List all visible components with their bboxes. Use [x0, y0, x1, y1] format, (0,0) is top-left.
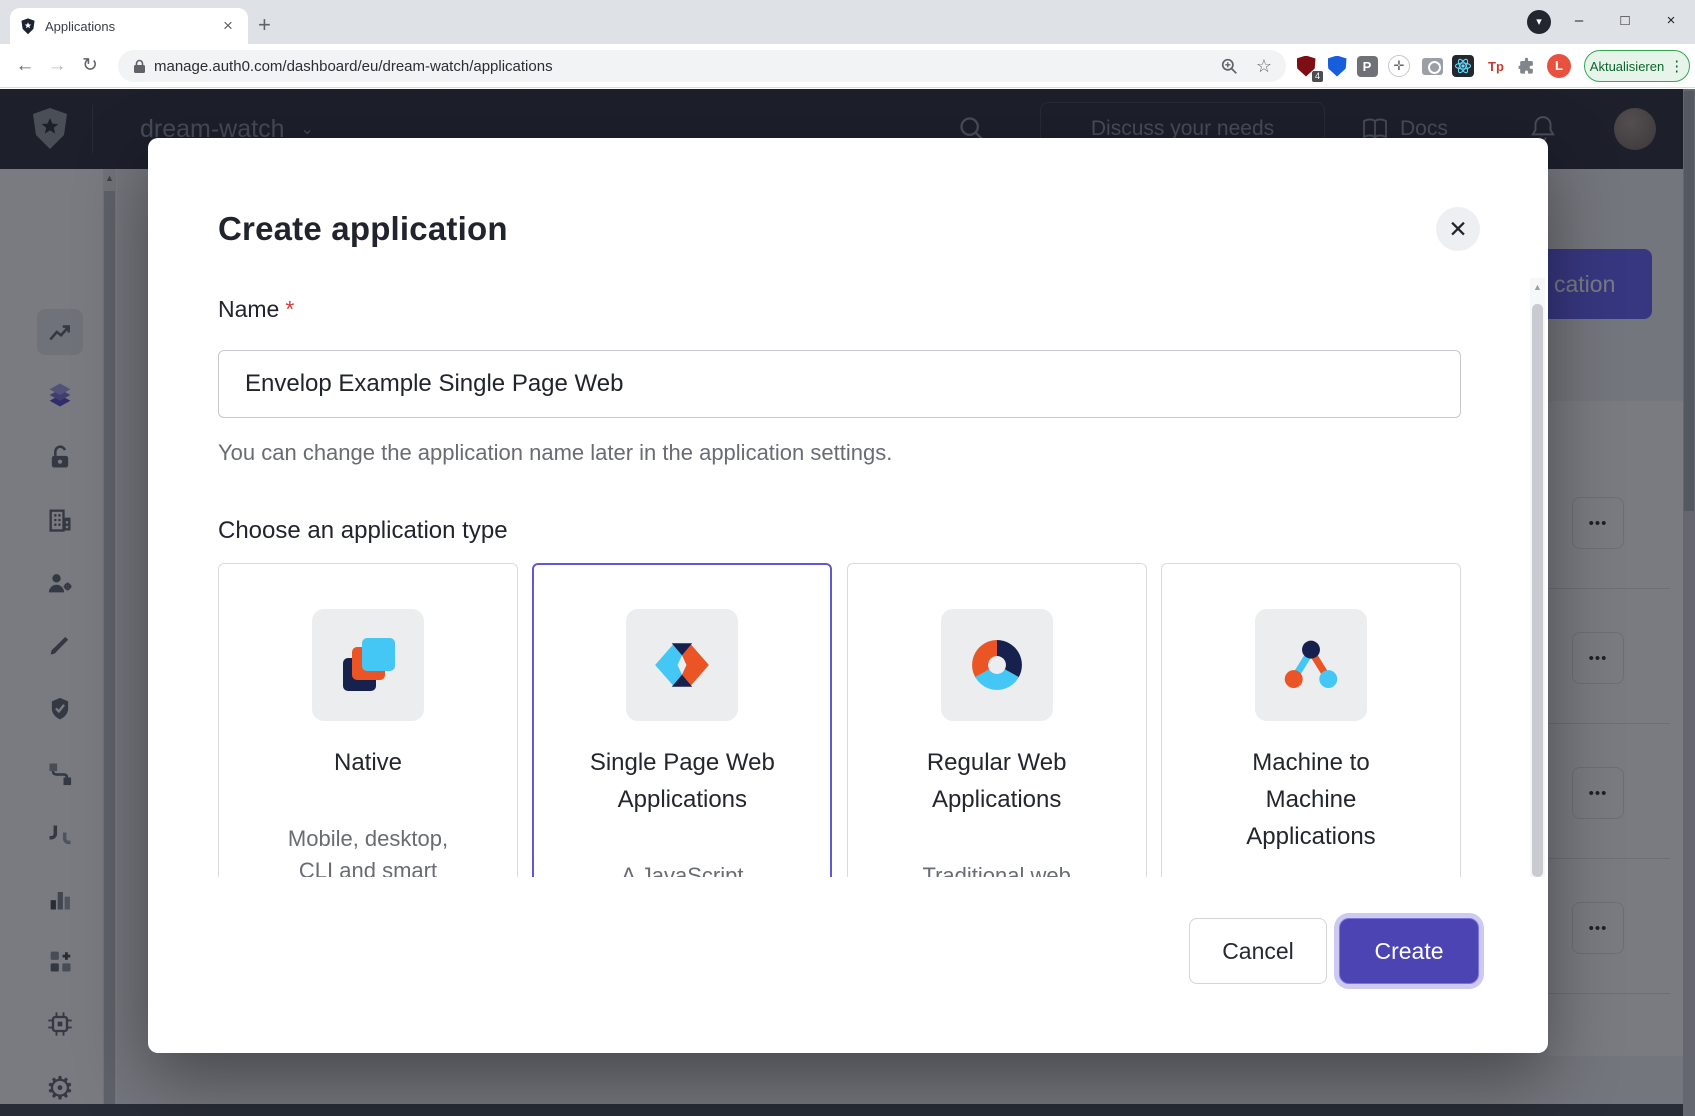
- cancel-button[interactable]: Cancel: [1189, 918, 1327, 984]
- tab-close-icon[interactable]: ×: [218, 16, 238, 36]
- browser-tabstrip: Applications × + ▾ – □ ×: [0, 0, 1695, 44]
- spa-icon: [650, 633, 714, 697]
- create-application-modal: Create application ✕ Name* You can chang…: [148, 138, 1548, 1053]
- bookmark-star-icon[interactable]: ☆: [1256, 56, 1272, 77]
- regular-web-icon: [965, 633, 1029, 697]
- native-icon: [336, 633, 400, 697]
- card-title: Single Page Web Applications: [534, 744, 830, 818]
- react-devtools-extension-icon[interactable]: [1450, 53, 1476, 79]
- card-single-page-web[interactable]: Single Page Web Applications A JavaScrip…: [532, 563, 832, 877]
- forward-button[interactable]: →: [42, 51, 72, 81]
- window-close-button[interactable]: ×: [1654, 6, 1688, 36]
- auth0-favicon-icon: [20, 18, 36, 35]
- update-label: Aktualisieren: [1590, 59, 1664, 74]
- modal-scrollbar-thumb[interactable]: [1532, 304, 1543, 877]
- application-type-cards: Native Mobile, desktop, CLI and smart Si…: [218, 563, 1461, 877]
- card-title: Native: [219, 744, 517, 781]
- card-description: A JavaScript: [534, 860, 830, 877]
- chrome-profile-chevron-icon[interactable]: ▾: [1527, 10, 1551, 34]
- card-title: Regular Web Applications: [848, 744, 1146, 818]
- ublock-badge: 4: [1312, 71, 1323, 82]
- regular-web-icon-tile: [941, 609, 1053, 721]
- tab-title: Applications: [45, 19, 218, 34]
- zoom-icon[interactable]: [1221, 58, 1238, 75]
- crosshair-extension-icon[interactable]: ✛: [1386, 53, 1412, 79]
- back-button[interactable]: ←: [10, 51, 40, 81]
- card-regular-web[interactable]: Regular Web Applications Traditional web: [847, 563, 1147, 877]
- scroll-up-icon[interactable]: ▲: [1530, 282, 1545, 292]
- native-icon-tile: [312, 609, 424, 721]
- tampermonkey-extension-icon[interactable]: Tp: [1483, 53, 1509, 79]
- ublock-extension-icon[interactable]: 4: [1293, 53, 1319, 79]
- address-bar[interactable]: manage.auth0.com/dashboard/eu/dream-watc…: [118, 50, 1286, 82]
- camera-extension-icon[interactable]: [1419, 53, 1445, 79]
- modal-scroll-body: Native Mobile, desktop, CLI and smart Si…: [148, 270, 1516, 877]
- screen: Applications × + ▾ – □ × ← → ↻ manage.au…: [0, 0, 1695, 1116]
- card-title: Machine to Machine Applications: [1162, 744, 1460, 855]
- new-tab-button[interactable]: +: [258, 13, 271, 37]
- reload-button[interactable]: ↻: [75, 51, 105, 81]
- card-machine-to-machine[interactable]: Machine to Machine Applications: [1161, 563, 1461, 877]
- extensions-puzzle-icon[interactable]: [1513, 53, 1539, 79]
- window-maximize-button[interactable]: □: [1608, 6, 1642, 36]
- chrome-update-button[interactable]: Aktualisieren ⋮: [1584, 50, 1690, 82]
- browser-toolbar: ← → ↻ manage.auth0.com/dashboard/eu/drea…: [0, 44, 1695, 88]
- close-icon: ✕: [1448, 216, 1467, 243]
- create-button[interactable]: Create: [1339, 918, 1479, 984]
- browser-profile-avatar[interactable]: L: [1546, 53, 1572, 79]
- modal-title: Create application: [218, 210, 508, 248]
- bitwarden-extension-icon[interactable]: [1324, 53, 1350, 79]
- spa-icon-tile: [626, 609, 738, 721]
- window-minimize-button[interactable]: –: [1562, 6, 1596, 36]
- m2m-icon-tile: [1255, 609, 1367, 721]
- browser-tab-applications[interactable]: Applications ×: [10, 8, 248, 44]
- card-description: Mobile, desktop, CLI and smart: [219, 823, 517, 877]
- p-extension-icon[interactable]: P: [1354, 53, 1380, 79]
- m2m-icon: [1279, 633, 1343, 697]
- browser-menu-icon[interactable]: ⋮: [1669, 57, 1684, 75]
- card-description: Traditional web: [848, 860, 1146, 877]
- modal-scrollbar[interactable]: ▲: [1530, 278, 1545, 877]
- https-lock-icon: [133, 59, 146, 74]
- card-native[interactable]: Native Mobile, desktop, CLI and smart: [218, 563, 518, 877]
- url-text: manage.auth0.com/dashboard/eu/dream-watc…: [154, 58, 553, 75]
- modal-close-button[interactable]: ✕: [1436, 207, 1480, 251]
